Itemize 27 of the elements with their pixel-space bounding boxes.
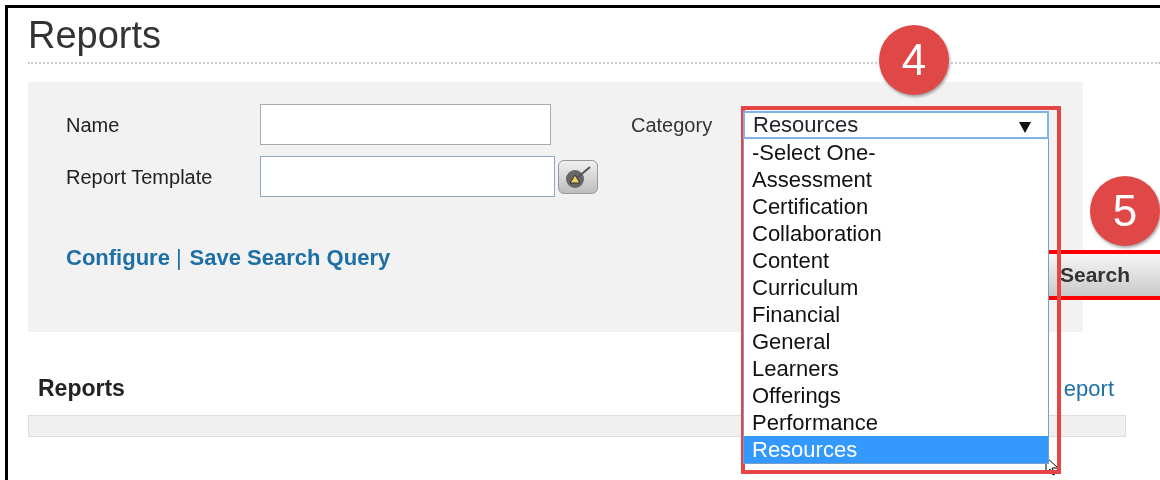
template-picker-button[interactable] — [558, 159, 598, 194]
field-label: Name — [66, 112, 121, 138]
menu-item[interactable]: Curriculum — [744, 274, 1048, 301]
section-title: Reports — [38, 373, 125, 403]
menu-item[interactable]: Assessment — [744, 166, 1048, 193]
text-field[interactable] — [260, 104, 551, 145]
menu-item[interactable]: Content — [744, 247, 1048, 274]
menu-item[interactable]: Offerings — [744, 382, 1048, 409]
report-link[interactable]: eport — [1063, 371, 1114, 405]
page-title: Reports — [28, 13, 162, 58]
action-link[interactable]: Save Search Query — [189, 241, 391, 274]
action-link[interactable]: Configure — [66, 241, 170, 274]
link-separator: | — [175, 244, 182, 272]
menu-item[interactable]: Collaboration — [744, 220, 1048, 247]
field-label: Report Template — [66, 164, 214, 190]
menu-item[interactable]: Performance — [744, 409, 1048, 436]
step-badge: 5 — [1090, 176, 1160, 246]
menu-item[interactable]: Financial — [744, 301, 1048, 328]
menu-item[interactable]: -Select One- — [744, 139, 1048, 166]
caret-icon — [1019, 122, 1031, 133]
category-select[interactable]: Resources — [743, 111, 1049, 139]
menu-item[interactable]: General — [744, 328, 1048, 355]
menu-item[interactable]: Learners — [744, 355, 1048, 382]
step-badge: 4 — [879, 25, 949, 95]
menu-item[interactable]: Certification — [744, 193, 1048, 220]
field-label: Category — [631, 112, 713, 138]
text-field[interactable] — [260, 156, 555, 197]
